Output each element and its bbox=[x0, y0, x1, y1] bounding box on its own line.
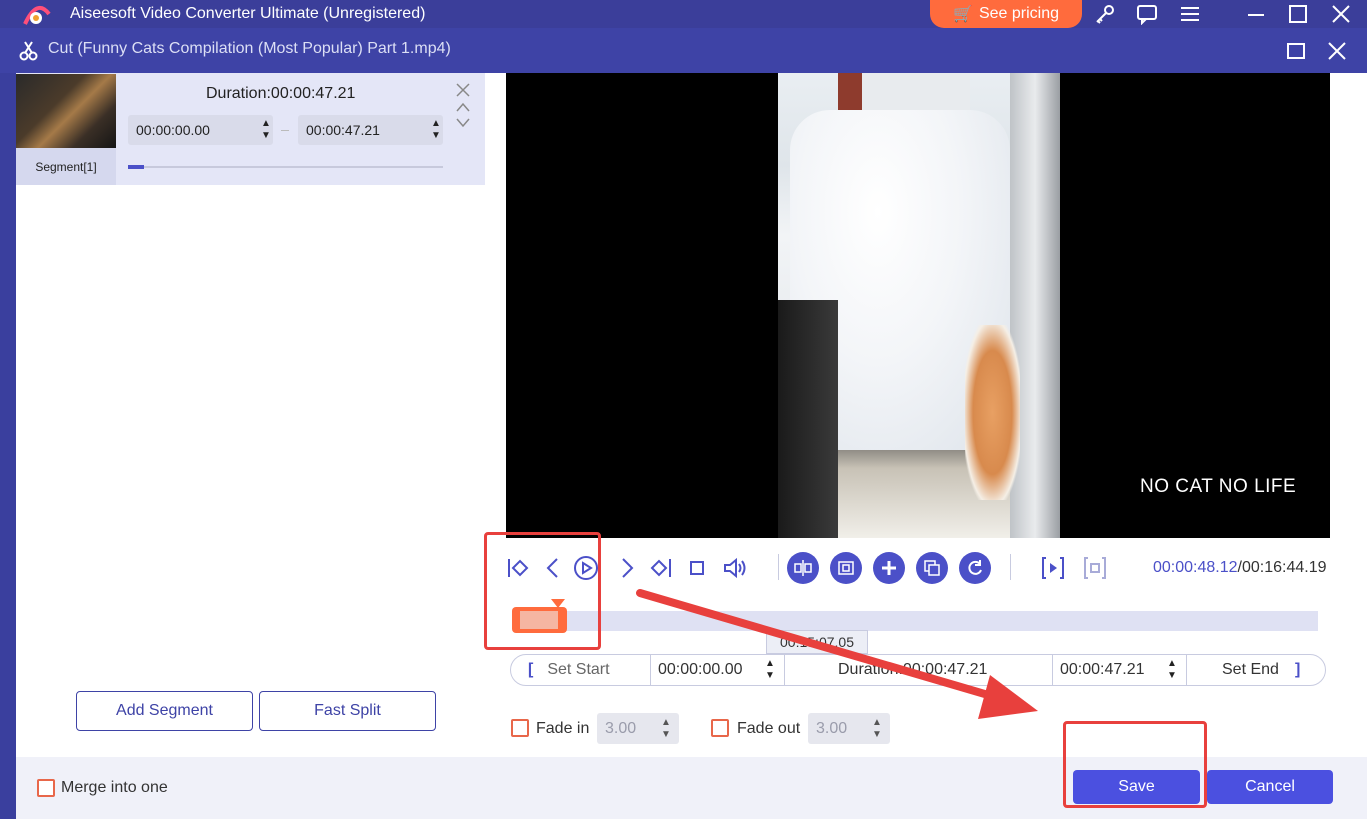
merge-label: Merge into one bbox=[61, 779, 168, 796]
reset-button[interactable] bbox=[959, 552, 991, 584]
segment-start-value: 00:00:00.00 bbox=[136, 122, 210, 138]
segment-progress-track bbox=[128, 166, 443, 168]
go-to-end-icon[interactable] bbox=[647, 555, 673, 581]
divider bbox=[1186, 655, 1187, 685]
add-segment-button[interactable]: Add Segment bbox=[76, 691, 253, 731]
fade-in-checkbox[interactable] bbox=[511, 719, 529, 737]
video-watermark: NO CAT NO LIFE bbox=[1140, 476, 1297, 497]
range-separator bbox=[281, 130, 289, 131]
minimize-icon[interactable] bbox=[1245, 3, 1267, 25]
set-end-button[interactable]: Set End ] bbox=[1222, 655, 1312, 685]
see-pricing-label: See pricing bbox=[978, 5, 1059, 22]
next-frame-icon[interactable] bbox=[614, 555, 640, 581]
video-cat bbox=[965, 325, 1020, 500]
delete-segment-icon[interactable] bbox=[455, 82, 471, 98]
start-bracket-icon: [ bbox=[528, 661, 534, 678]
cart-icon: 🛒 bbox=[953, 6, 973, 23]
move-down-icon[interactable] bbox=[455, 116, 471, 128]
segment-start-input[interactable]: 00:00:00.00 ▲ ▼ bbox=[128, 115, 273, 145]
feedback-icon[interactable] bbox=[1136, 3, 1158, 26]
play-segment-icon[interactable] bbox=[1040, 555, 1066, 581]
segment-duration: Duration:00:00:47.21 bbox=[206, 85, 356, 102]
current-time: 00:00:48.12 bbox=[1153, 559, 1238, 576]
stop-icon[interactable] bbox=[684, 555, 710, 581]
add-button[interactable] bbox=[873, 552, 905, 584]
highlight-box-save bbox=[1063, 721, 1207, 808]
set-start-label: Set Start bbox=[547, 661, 610, 678]
fast-split-button[interactable]: Fast Split bbox=[259, 691, 436, 731]
close-icon[interactable] bbox=[1330, 3, 1352, 25]
dialog-maximize-icon[interactable] bbox=[1285, 40, 1307, 62]
merge-checkbox[interactable] bbox=[37, 779, 55, 797]
timecode: 00:00:48.12/00:16:44.19 bbox=[1153, 559, 1327, 577]
segment-progress-fill bbox=[128, 165, 144, 169]
end-bracket-icon: ] bbox=[1294, 661, 1301, 678]
segment-end-value: 00:00:47.21 bbox=[306, 122, 380, 138]
highlight-box-controls bbox=[484, 532, 601, 650]
end-time-input[interactable]: 00:00:47.21 ▲ ▼ bbox=[1060, 655, 1185, 685]
move-up-icon[interactable] bbox=[455, 100, 471, 112]
fade-in-label: Fade in bbox=[536, 720, 590, 737]
snapshot-button[interactable] bbox=[830, 552, 862, 584]
copy-button[interactable] bbox=[916, 552, 948, 584]
spinner-icon[interactable]: ▲ ▼ bbox=[259, 118, 273, 142]
key-icon[interactable] bbox=[1094, 3, 1116, 25]
dialog-close-icon[interactable] bbox=[1326, 40, 1348, 62]
cancel-button[interactable]: Cancel bbox=[1207, 770, 1333, 804]
segment-range-icon[interactable] bbox=[1082, 555, 1108, 581]
app-logo-icon bbox=[22, 2, 52, 26]
video-door bbox=[778, 300, 838, 538]
divider bbox=[1010, 554, 1011, 580]
volume-icon[interactable] bbox=[722, 555, 748, 581]
menu-icon[interactable] bbox=[1179, 3, 1201, 25]
divider bbox=[778, 554, 779, 580]
dialog-title: Cut (Funny Cats Compilation (Most Popula… bbox=[48, 40, 451, 57]
maximize-icon[interactable] bbox=[1287, 3, 1309, 25]
spinner-icon[interactable]: ▲ ▼ bbox=[1165, 658, 1179, 682]
annotation-arrow bbox=[630, 585, 1050, 725]
app-title: Aiseesoft Video Converter Ultimate (Unre… bbox=[70, 5, 426, 22]
spinner-icon[interactable]: ▲ ▼ bbox=[429, 118, 443, 142]
end-time-value: 00:00:47.21 bbox=[1060, 661, 1145, 678]
set-end-label: Set End bbox=[1222, 661, 1279, 678]
segment-thumbnail bbox=[16, 74, 116, 148]
segment-label: Segment[1] bbox=[16, 148, 116, 185]
segment-end-input[interactable]: 00:00:47.21 ▲ ▼ bbox=[298, 115, 443, 145]
split-segment-button[interactable] bbox=[787, 552, 819, 584]
total-time: /00:16:44.19 bbox=[1237, 559, 1327, 576]
scissors-icon bbox=[18, 40, 40, 62]
divider bbox=[1052, 655, 1053, 685]
see-pricing-button[interactable]: 🛒 See pricing bbox=[930, 0, 1082, 28]
